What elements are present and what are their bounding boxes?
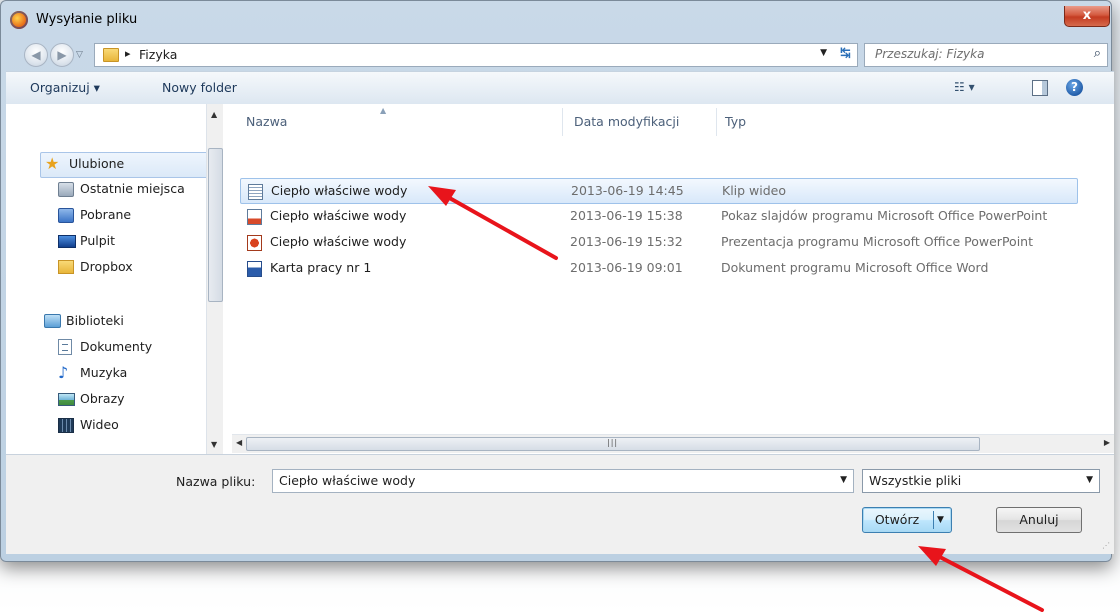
video-icon (58, 418, 74, 433)
file-list: Nazwa ▲ Data modyfikacji Typ Ciepło właś… (232, 104, 1114, 434)
file-name: Karta pracy nr 1 (270, 260, 372, 275)
scroll-right-icon[interactable]: ▶ (1104, 438, 1110, 447)
downloads-icon (58, 208, 74, 223)
file-upload-dialog: Wysyłanie pliku x ◀ ▶ ▽ ▸ Fizyka ▼ ↹ Prz… (6, 6, 1114, 554)
address-dropdown-icon[interactable]: ▼ (820, 48, 827, 58)
column-header-date[interactable]: Data modyfikacji (574, 104, 679, 140)
file-type: Klip wideo (722, 183, 787, 198)
word-file-icon (247, 261, 262, 277)
sidebar-item-label: Pobrane (80, 207, 132, 222)
star-icon: ★ (45, 154, 60, 173)
recent-locations-dropdown[interactable]: ▽ (76, 50, 83, 60)
libraries-icon (44, 314, 61, 328)
folder-icon (58, 260, 74, 274)
scroll-left-icon[interactable]: ◀ (236, 438, 242, 447)
file-date: 2013-06-19 14:45 (571, 183, 684, 198)
sidebar-item-label: Dropbox (80, 259, 133, 274)
file-type: Dokument programu Microsoft Office Word (721, 260, 989, 275)
split-divider (933, 511, 934, 529)
scroll-down-icon[interactable]: ▼ (211, 440, 217, 449)
preview-pane-icon[interactable] (1032, 80, 1048, 96)
chevron-down-icon[interactable]: ▼ (937, 508, 944, 532)
file-row[interactable]: Karta pracy nr 1 2013-06-19 09:01 Dokume… (240, 256, 1076, 280)
filename-label: Nazwa pliku: (176, 474, 256, 489)
folder-icon (103, 48, 119, 62)
desktop-icon (58, 235, 76, 248)
column-divider[interactable] (562, 108, 563, 136)
dialog-body: ★ Ulubione Ostatnie miejsca Pobrane Pulp… (6, 104, 1114, 455)
file-row[interactable]: Ciepło właściwe wody 2013-06-19 15:38 Po… (240, 204, 1076, 228)
new-folder-button[interactable]: Nowy folder (162, 80, 237, 95)
cancel-button[interactable]: Anuluj (996, 507, 1082, 533)
back-button[interactable]: ◀ (24, 43, 48, 67)
address-row: ◀ ▶ ▽ ▸ Fizyka ▼ ↹ Przeszukaj: Fizyka ⌕ (6, 38, 1114, 70)
forward-button[interactable]: ▶ (50, 43, 74, 67)
sort-ascending-icon: ▲ (380, 106, 387, 115)
organize-menu[interactable]: Organizuj ▾ (30, 80, 100, 95)
sidebar-item-label: Dokumenty (80, 339, 153, 354)
video-file-icon (248, 184, 263, 200)
filename-input[interactable]: Ciepło właściwe wody ▼ (272, 469, 854, 493)
file-row[interactable]: Ciepło właściwe wody 2013-06-19 15:32 Pr… (240, 230, 1076, 254)
help-icon[interactable]: ? (1066, 79, 1083, 96)
sidebar-item-label: Muzyka (80, 365, 128, 380)
powerpoint-show-icon (247, 209, 262, 225)
open-button[interactable]: Otwórz ▼ (862, 507, 952, 533)
view-options-button[interactable]: ☷ ▾ (954, 80, 975, 94)
file-name: Ciepło właściwe wody (270, 234, 407, 249)
powerpoint-file-icon (247, 235, 262, 251)
search-box[interactable]: Przeszukaj: Fizyka ⌕ (864, 43, 1108, 67)
scroll-up-icon[interactable]: ▲ (211, 110, 217, 119)
horizontal-scrollbar[interactable]: ◀ ||| ▶ (232, 434, 1114, 453)
navigation-pane: ★ Ulubione Ostatnie miejsca Pobrane Pulp… (6, 104, 210, 454)
open-button-label: Otwórz (874, 512, 920, 527)
column-divider[interactable] (716, 108, 717, 136)
chevron-down-icon[interactable]: ▼ (1086, 475, 1093, 485)
filetype-value: Wszystkie pliki (869, 473, 962, 488)
music-icon: ♪ (58, 363, 69, 382)
arrow-left-icon: ◀ (31, 48, 41, 62)
resize-grip-icon[interactable]: ⋰ (1102, 541, 1110, 550)
sidebar-item-label: Ostatnie miejsca (80, 181, 185, 196)
sidebar-item-label: Biblioteki (66, 313, 124, 328)
documents-icon (58, 339, 72, 355)
sidebar-item-label: Ulubione (69, 156, 125, 171)
sidebar-item-favorites[interactable]: ★ Ulubione (40, 152, 210, 178)
file-date: 2013-06-19 09:01 (570, 260, 683, 275)
refresh-icon[interactable]: ↹ (840, 46, 851, 61)
scroll-thumb[interactable] (208, 148, 223, 302)
pictures-icon (58, 393, 75, 406)
chevron-down-icon[interactable]: ▼ (840, 475, 847, 485)
arrow-right-icon: ▶ (57, 48, 67, 62)
file-type: Prezentacja programu Microsoft Office Po… (721, 234, 1033, 249)
sidebar-item-label: Obrazy (80, 391, 125, 406)
close-button[interactable]: x (1064, 6, 1110, 27)
file-date: 2013-06-19 15:38 (570, 208, 683, 223)
file-type: Pokaz slajdów programu Microsoft Office … (721, 208, 1048, 223)
title-bar[interactable]: Wysyłanie pliku x (6, 6, 1114, 36)
search-icon[interactable]: ⌕ (1094, 46, 1101, 61)
file-name: Ciepło właściwe wody (270, 208, 407, 223)
navigation-scrollbar[interactable]: ▲ ▼ (206, 104, 223, 454)
file-name: Ciepło właściwe wody (271, 183, 408, 198)
filetype-select[interactable]: Wszystkie pliki ▼ (862, 469, 1100, 493)
recent-places-icon (58, 182, 74, 197)
scroll-thumb[interactable]: ||| (246, 437, 980, 451)
filename-value[interactable]: Ciepło właściwe wody (279, 473, 415, 488)
search-placeholder[interactable]: Przeszukaj: Fizyka (875, 47, 984, 61)
sidebar-item-label: Pulpit (80, 233, 116, 248)
file-row-selected[interactable]: Ciepło właściwe wody 2013-06-19 14:45 Kl… (240, 178, 1078, 204)
column-header-name[interactable]: Nazwa (246, 104, 287, 140)
command-toolbar: Organizuj ▾ Nowy folder ☷ ▾ ? (6, 71, 1114, 105)
file-date: 2013-06-19 15:32 (570, 234, 683, 249)
grip-icon: ||| (607, 438, 619, 447)
firefox-icon (10, 11, 28, 29)
breadcrumb-fizyka[interactable]: Fizyka (139, 47, 177, 62)
sidebar-item-label: Wideo (80, 417, 119, 432)
dialog-title: Wysyłanie pliku (36, 12, 138, 27)
breadcrumb-separator-icon[interactable]: ▸ (125, 47, 131, 60)
address-bar[interactable]: ▸ Fizyka ▼ ↹ (94, 43, 858, 67)
column-header-type[interactable]: Typ (725, 104, 746, 140)
dialog-footer: Nazwa pliku: Ciepło właściwe wody ▼ Wszy… (6, 455, 1114, 554)
